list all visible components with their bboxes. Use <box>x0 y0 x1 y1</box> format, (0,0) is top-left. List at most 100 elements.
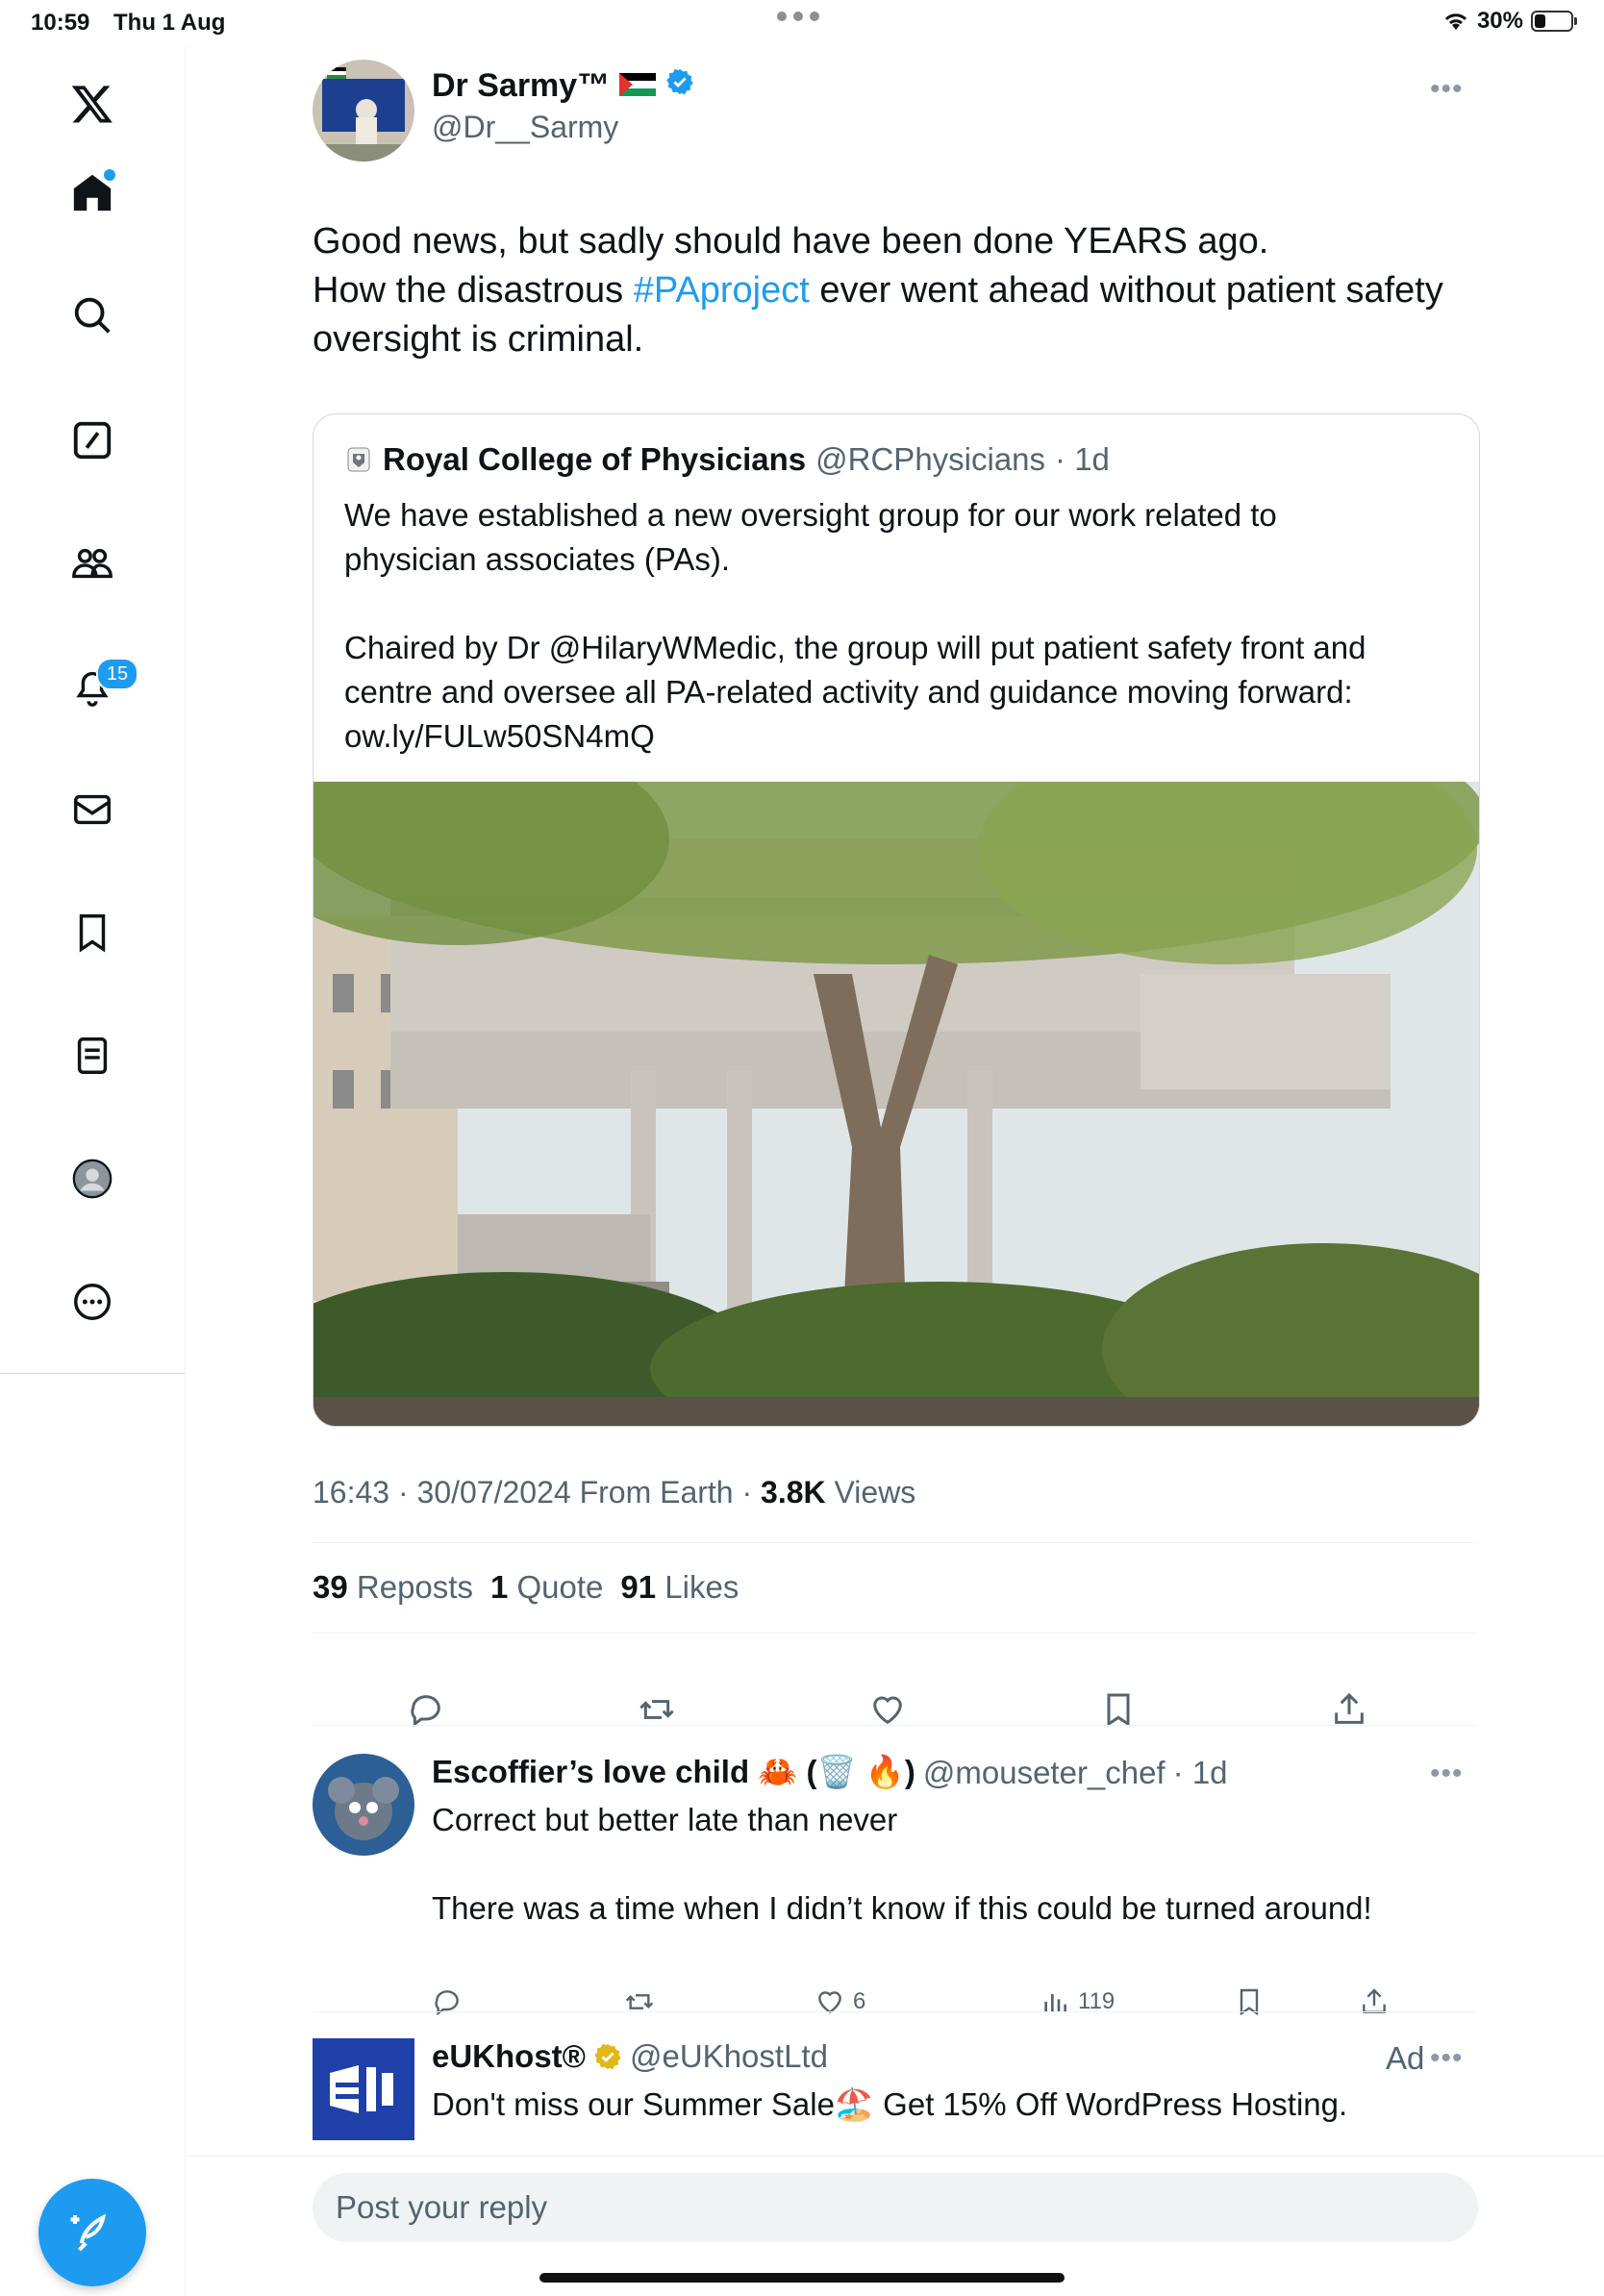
palestine-flag-icon <box>619 67 657 105</box>
reply-author-handle[interactable]: @mouseter_chef <box>923 1755 1165 1791</box>
sidebar-item-home[interactable] <box>54 154 131 231</box>
compose-button[interactable] <box>38 2179 146 2286</box>
quoted-tweet-card[interactable]: Royal College of Physicians @RCPhysician… <box>313 413 1480 1427</box>
author-name[interactable]: Dr Sarmy™ <box>432 67 610 105</box>
home-indicator[interactable] <box>539 2273 1065 2283</box>
ad-label: Ad <box>1386 2040 1425 2076</box>
quotes-label: Quote <box>516 1569 604 1605</box>
likes-label: Likes <box>664 1569 739 1605</box>
wifi-icon <box>1444 13 1467 30</box>
bookmark-icon <box>1240 1988 1259 2016</box>
repost-button[interactable] <box>628 1681 686 1738</box>
status-bar: 10:59 Thu 1 Aug 30% <box>0 0 1604 46</box>
reply-bookmark-button[interactable] <box>1234 1986 1265 2017</box>
rcp-crest-icon <box>347 447 370 472</box>
tweet-text-line-1: Good news, but sadly should have been do… <box>313 221 1269 262</box>
reply-action-bar: 6 119 <box>432 1986 1393 2029</box>
sidebar-item-messages[interactable] <box>54 771 131 848</box>
grok-icon <box>73 421 112 460</box>
reply-share-button[interactable] <box>1359 1986 1390 2017</box>
views-count: 3.8K <box>761 1475 826 1510</box>
views-label: Views <box>825 1475 916 1510</box>
repost-icon <box>625 1994 654 2009</box>
reply-time: · 1d <box>1172 1754 1228 1790</box>
multitask-dots-icon[interactable] <box>777 12 819 21</box>
reply-input[interactable]: Post your reply <box>313 2173 1478 2242</box>
hashtag-link[interactable]: #PAproject <box>634 270 810 311</box>
ad-author-handle[interactable]: @eUKhostLtd <box>630 2038 828 2075</box>
quoted-tweet-time: · 1d <box>1055 441 1110 477</box>
compose-icon <box>70 2213 107 2252</box>
engagement-stats: 39 Reposts 1 Quote 91 Likes <box>313 1569 739 1606</box>
repost-icon <box>639 1700 674 1719</box>
reply-button[interactable] <box>397 1681 455 1738</box>
search-icon <box>74 297 111 334</box>
bookmark-icon <box>1107 1693 1130 1727</box>
heart-icon <box>873 1696 902 1725</box>
tweet-more-icon[interactable]: ••• <box>1430 73 1464 106</box>
quotes-count: 1 <box>489 1569 509 1605</box>
sidebar-item-lists[interactable] <box>54 1017 131 1094</box>
notification-badge: 15 <box>96 658 138 690</box>
ad-more-icon[interactable]: ••• <box>1430 2042 1464 2075</box>
sidebar-item-explore[interactable] <box>54 277 131 354</box>
verified-badge-icon <box>665 67 694 105</box>
ad-header: eUKhost® @eUKhostLtd <box>432 2038 828 2075</box>
status-time: 10:59 <box>31 10 90 36</box>
communities-icon <box>72 548 113 579</box>
reply-more-icon[interactable]: ••• <box>1430 1758 1464 1790</box>
profile-icon <box>72 1159 113 1199</box>
sidebar: 15 <box>0 46 186 2296</box>
sidebar-item-grok[interactable] <box>54 402 131 479</box>
list-icon <box>77 1037 108 1074</box>
quoted-tweet-image[interactable] <box>313 676 1479 1426</box>
reply-views-button[interactable]: 119 <box>1040 1986 1115 2017</box>
status-date: Thu 1 Aug <box>113 10 226 36</box>
sidebar-item-more[interactable] <box>54 1263 131 1340</box>
mail-icon <box>74 794 111 825</box>
tweet-text: Good news, but sadly should have been do… <box>313 217 1486 364</box>
ad-avatar[interactable] <box>313 2038 414 2140</box>
divider <box>313 1633 1478 1634</box>
share-button[interactable] <box>1320 1681 1378 1738</box>
reply-repost-button[interactable] <box>624 1986 655 2017</box>
ad-text: Don't miss our Summer Sale🏖️ Get 15% Off… <box>432 2086 1348 2122</box>
ad-author-name[interactable]: eUKhost® <box>432 2038 586 2075</box>
sidebar-item-notifications[interactable]: 15 <box>54 648 138 725</box>
tweet-text-line-2a: How the disastrous <box>313 270 634 311</box>
quotes-stat[interactable]: 1 Quote <box>490 1569 603 1606</box>
quoted-tweet-header: Royal College of Physicians @RCPhysician… <box>344 441 1110 478</box>
new-posts-dot <box>104 169 115 181</box>
reposts-label: Reposts <box>356 1569 473 1605</box>
tweet-text-line-2b: ever went ahead without patient safety <box>809 270 1443 311</box>
quoted-author-name: Royal College of Physicians <box>383 441 807 477</box>
more-circle-icon <box>74 1284 111 1320</box>
reply-avatar[interactable] <box>313 1754 414 1856</box>
bookmark-button[interactable] <box>1090 1681 1147 1738</box>
like-button[interactable] <box>859 1681 916 1738</box>
tweet-timestamp: 16:43 · 30/07/2024 From Earth · <box>313 1475 762 1510</box>
author-handle[interactable]: @Dr__Sarmy <box>432 110 618 145</box>
reply-reply-button[interactable] <box>432 1986 463 2017</box>
likes-stat[interactable]: 91 Likes <box>620 1569 739 1606</box>
reply-header: Escoffier’s love child 🦀 (🗑️ 🔥) @mousete… <box>432 1754 1228 1791</box>
author-avatar[interactable] <box>313 60 414 162</box>
share-icon <box>1363 1988 1386 2013</box>
status-right: 30% <box>1442 8 1577 35</box>
divider <box>313 1725 1478 1726</box>
gold-verified-icon <box>594 2043 621 2070</box>
tweet-action-bar <box>313 1681 1478 1738</box>
reposts-stat[interactable]: 39 Reposts <box>313 1569 473 1606</box>
x-logo-icon[interactable] <box>54 65 131 142</box>
quoted-author-handle: @RCPhysicians <box>815 441 1046 477</box>
reply-author-name[interactable]: Escoffier’s love child 🦀 (🗑️ 🔥) <box>432 1754 915 1791</box>
reply-icon <box>411 1695 440 1727</box>
share-icon <box>1335 1692 1364 1724</box>
sidebar-item-bookmarks[interactable] <box>54 894 131 971</box>
sidebar-item-communities[interactable] <box>54 525 131 602</box>
sidebar-item-profile[interactable] <box>54 1140 131 1217</box>
main-content: Dr Sarmy™ @Dr__Sarmy ••• Good news, but … <box>186 46 1604 2296</box>
reply-like-button[interactable]: 6 <box>815 1986 865 2017</box>
tweet-text-line-3: oversight is criminal. <box>313 319 644 360</box>
divider <box>313 1542 1478 1543</box>
